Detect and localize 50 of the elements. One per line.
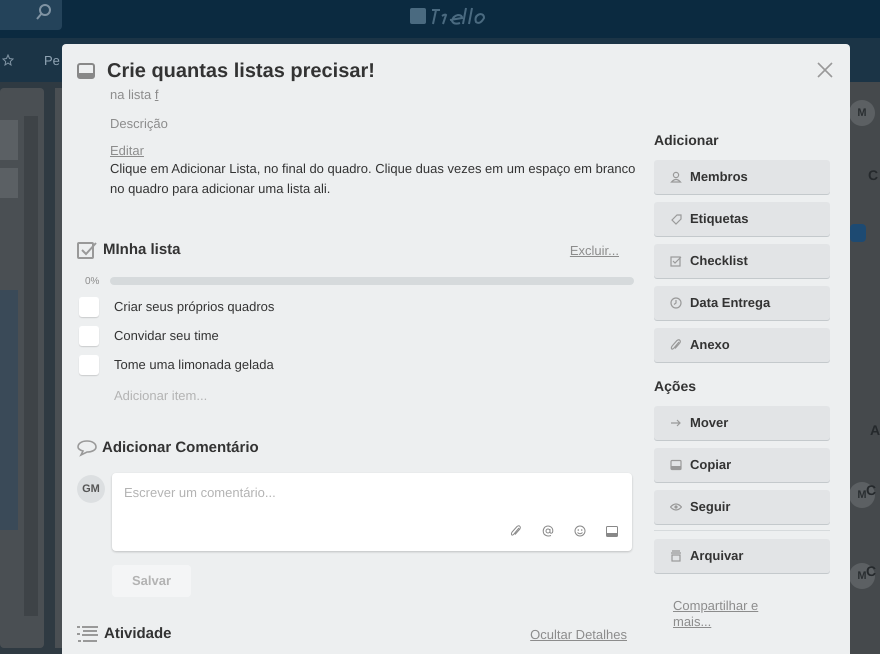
progress-percent: 0% xyxy=(84,274,100,288)
card-icon[interactable] xyxy=(606,526,618,536)
checklist-title[interactable]: MInha lista xyxy=(103,239,181,262)
user-avatar[interactable]: GM xyxy=(77,475,105,503)
move-button[interactable]: Mover xyxy=(654,406,830,440)
archive-button[interactable]: Arquivar xyxy=(654,539,830,573)
checklist-item[interactable]: Tome uma limonada gelada xyxy=(114,354,274,374)
tag-icon xyxy=(670,213,682,225)
card-title[interactable]: Crie quantas listas precisar! xyxy=(107,56,375,86)
checklist-item[interactable]: Criar seus próprios quadros xyxy=(114,296,274,316)
search-field[interactable] xyxy=(0,0,62,30)
close-icon[interactable] xyxy=(817,62,833,78)
attachment-button[interactable]: Anexo xyxy=(654,328,830,362)
checkbox[interactable] xyxy=(79,354,99,374)
description-label: Descrição xyxy=(110,116,168,131)
emoji-icon[interactable] xyxy=(574,525,586,537)
archive-icon xyxy=(670,550,682,562)
description-text: Clique em Adicionar Lista, no final do quadro. Clique duas vezes em um espaço em branco no quadro para adicionar uma lista ali. xyxy=(110,160,636,198)
search-icon[interactable] xyxy=(36,4,52,20)
paperclip-icon[interactable] xyxy=(510,525,522,537)
board-name[interactable]: Pe xyxy=(44,51,60,70)
labels-button[interactable]: Etiquetas xyxy=(654,202,830,236)
card-icon xyxy=(77,63,95,79)
due-button[interactable]: Data Entrega xyxy=(654,286,830,320)
star-icon[interactable] xyxy=(2,54,14,66)
eye-icon xyxy=(670,501,682,513)
clock-icon xyxy=(670,297,682,309)
paperclip-icon xyxy=(670,339,682,351)
comment-icon xyxy=(77,438,97,457)
section-title: Adicionar xyxy=(654,131,720,150)
checklist-button[interactable]: Checklist xyxy=(654,244,830,278)
card-icon xyxy=(670,459,682,471)
checkbox[interactable] xyxy=(79,296,99,316)
members-button[interactable]: Membros xyxy=(654,160,830,194)
arrow-icon xyxy=(670,417,682,429)
copy-button[interactable]: Copiar xyxy=(654,448,830,482)
list-caption: na lista xyxy=(110,87,152,102)
comment-field[interactable]: Escrever um comentário... xyxy=(124,483,604,502)
checkbox[interactable] xyxy=(79,326,99,346)
section-title: Adicionar Comentário xyxy=(102,438,259,458)
checklist-item[interactable]: Convidar seu time xyxy=(114,326,219,346)
section-title: Atividade xyxy=(104,624,172,644)
activity-icon xyxy=(77,625,99,644)
section-title: Ações xyxy=(654,377,698,396)
person-icon xyxy=(670,171,682,183)
watch-button[interactable]: Seguir xyxy=(654,490,830,524)
checklist-icon xyxy=(77,240,97,260)
checkbox-icon xyxy=(670,255,682,267)
at-icon[interactable] xyxy=(542,525,554,537)
comment-box[interactable]: Escrever um comentário... xyxy=(112,473,632,551)
